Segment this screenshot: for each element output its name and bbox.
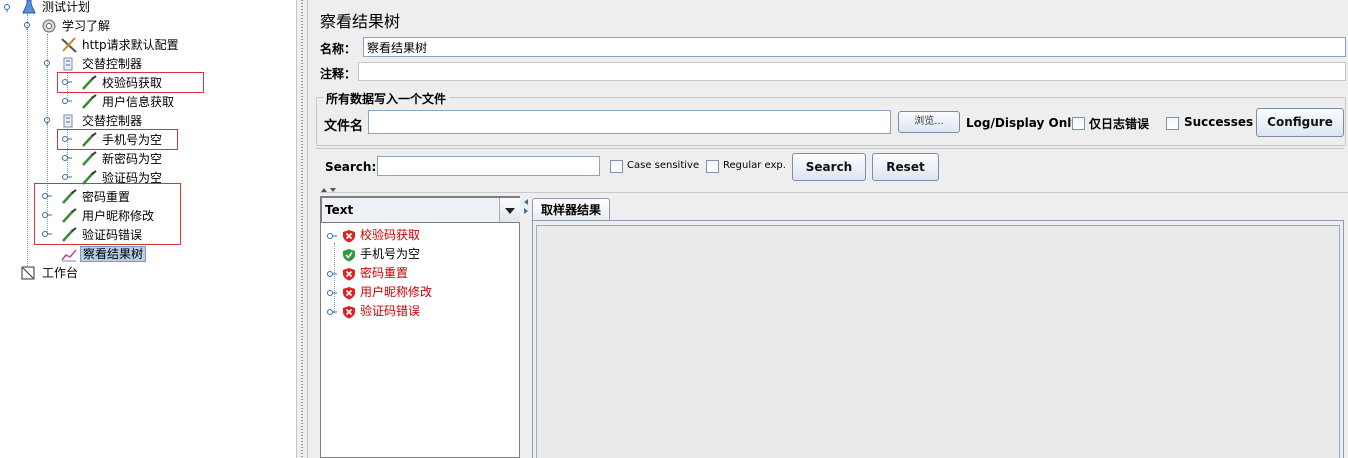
tree-node-label: 用户信息获取	[102, 94, 175, 109]
collapse-handle-icon[interactable]	[327, 269, 337, 279]
collapse-handle-icon[interactable]	[62, 153, 72, 163]
view-results-tree-panel: 察看结果树 名称： 注释： 所有数据写入一个文件 文件名 浏览... Log/D…	[308, 0, 1348, 458]
search-label: Search:	[325, 160, 377, 174]
renderer-select[interactable]: Text	[321, 197, 521, 223]
collapse-handle-icon[interactable]	[62, 96, 72, 106]
test-plan-tree[interactable]: 测试计划 学习了解 http请求默认配置 交替控制器 校验码获取 用户信息获取 …	[0, 0, 296, 458]
filename-label: 文件名	[324, 119, 364, 134]
tree-node-sampler[interactable]: 新密码为空	[80, 149, 164, 167]
tree-node-label: 新密码为空	[102, 151, 163, 166]
reset-button[interactable]: Reset	[872, 153, 939, 181]
successes-checkbox[interactable]	[1166, 117, 1179, 130]
comment-label: 注释：	[320, 67, 357, 81]
config-wrench-icon	[61, 36, 77, 53]
tree-node-sampler[interactable]: 用户信息获取	[80, 92, 176, 110]
listener-graph-icon	[61, 249, 77, 261]
regex-checkbox[interactable]	[706, 160, 719, 173]
tree-node-workbench[interactable]: 工作台	[20, 263, 80, 281]
renderer-select-value: Text	[325, 203, 354, 217]
thread-group-gear-icon	[42, 19, 56, 32]
search-input[interactable]	[377, 156, 600, 176]
tree-node-label: 交替控制器	[82, 113, 143, 128]
result-item-label: 手机号为空	[360, 247, 421, 261]
divider	[316, 148, 1344, 149]
result-item-label: 用户昵称修改	[360, 285, 433, 299]
tree-line	[27, 14, 28, 272]
result-item[interactable]: 手机号为空	[327, 245, 420, 263]
result-item[interactable]: 密码重置	[327, 264, 408, 282]
result-item[interactable]: 校验码获取	[327, 226, 420, 244]
configure-button[interactable]: Configure	[1256, 108, 1344, 137]
highlight-box	[57, 129, 178, 150]
regex-label: Regular exp.	[723, 160, 786, 171]
result-item[interactable]: 用户昵称修改	[327, 283, 432, 301]
tree-node-interleave-controller[interactable]: 交替控制器	[60, 54, 144, 72]
result-tree[interactable]: Text 校验码获取 手机号为空 密码重置 用户昵称修改 验证码错误	[320, 196, 521, 458]
tree-node-label: 察看结果树	[80, 245, 147, 262]
chevron-down-icon[interactable]	[499, 198, 520, 222]
filename-input[interactable]	[368, 110, 891, 134]
main-splitter[interactable]	[296, 0, 308, 458]
error-shield-icon	[343, 286, 355, 299]
success-shield-icon	[343, 248, 355, 261]
tree-node-label: 交替控制器	[82, 56, 143, 71]
workbench-icon	[21, 266, 35, 279]
test-plan-flask-icon	[22, 0, 36, 13]
search-button[interactable]: Search	[792, 153, 866, 181]
result-item-label: 校验码获取	[360, 228, 421, 242]
sampler-pipette-icon	[82, 93, 97, 109]
tree-node-label: 学习了解	[62, 18, 111, 33]
result-detail-tabs: 取样器结果	[532, 198, 1348, 458]
tree-node-http-defaults[interactable]: http请求默认配置	[60, 35, 181, 53]
case-sensitive-label: Case sensitive	[627, 160, 700, 171]
expand-handle-icon[interactable]	[22, 20, 32, 30]
successes-label: Successes	[1184, 115, 1254, 129]
results-splitter[interactable]	[520, 196, 532, 458]
tab-sampler-result[interactable]: 取样器结果	[532, 198, 611, 221]
error-shield-icon	[343, 229, 355, 242]
controller-icon	[63, 114, 73, 127]
result-item-label: 密码重置	[360, 266, 409, 280]
name-input[interactable]	[363, 37, 1346, 57]
collapse-handle-icon[interactable]	[327, 307, 337, 317]
collapse-handle-icon[interactable]	[327, 231, 337, 241]
sampler-result-area[interactable]	[536, 225, 1340, 458]
tree-node-test-plan[interactable]: 测试计划	[20, 0, 92, 15]
errors-only-checkbox[interactable]	[1072, 117, 1085, 130]
splitter-arrows-icon[interactable]	[522, 198, 530, 216]
controller-icon	[63, 57, 73, 70]
collapse-handle-icon[interactable]	[327, 288, 337, 298]
tree-node-thread-group[interactable]: 学习了解	[40, 16, 112, 34]
splitter-grip	[301, 0, 303, 458]
comment-input[interactable]	[358, 62, 1346, 81]
error-shield-icon	[343, 305, 355, 318]
error-shield-icon	[343, 267, 355, 280]
collapse-handle-icon[interactable]	[62, 172, 72, 182]
tree-node-interleave-controller[interactable]: 交替控制器	[60, 111, 144, 129]
browse-button[interactable]: 浏览...	[898, 111, 960, 133]
tree-node-view-results-tree[interactable]: 察看结果树	[60, 244, 147, 262]
sampler-pipette-icon	[82, 150, 97, 166]
expand-handle-icon[interactable]	[42, 115, 52, 125]
tree-node-label: http请求默认配置	[82, 37, 179, 52]
expand-handle-icon[interactable]	[42, 58, 52, 68]
file-group-title: 所有数据写入一个文件	[323, 90, 450, 107]
divider	[320, 192, 1348, 193]
name-label: 名称：	[320, 42, 357, 56]
errors-only-label: 仅日志错误	[1089, 117, 1150, 131]
highlight-box	[34, 183, 181, 245]
page-title: 察看结果树	[320, 12, 401, 31]
tree-node-label: 测试计划	[42, 0, 91, 14]
result-item-label: 验证码错误	[360, 304, 421, 318]
expand-handle-icon[interactable]	[2, 2, 12, 12]
tab-content	[532, 220, 1344, 458]
log-display-label: Log/Display Only:	[966, 116, 1084, 130]
tree-node-label: 工作台	[42, 265, 79, 280]
highlight-box	[57, 72, 204, 93]
case-sensitive-checkbox[interactable]	[610, 160, 623, 173]
result-item[interactable]: 验证码错误	[327, 302, 420, 320]
